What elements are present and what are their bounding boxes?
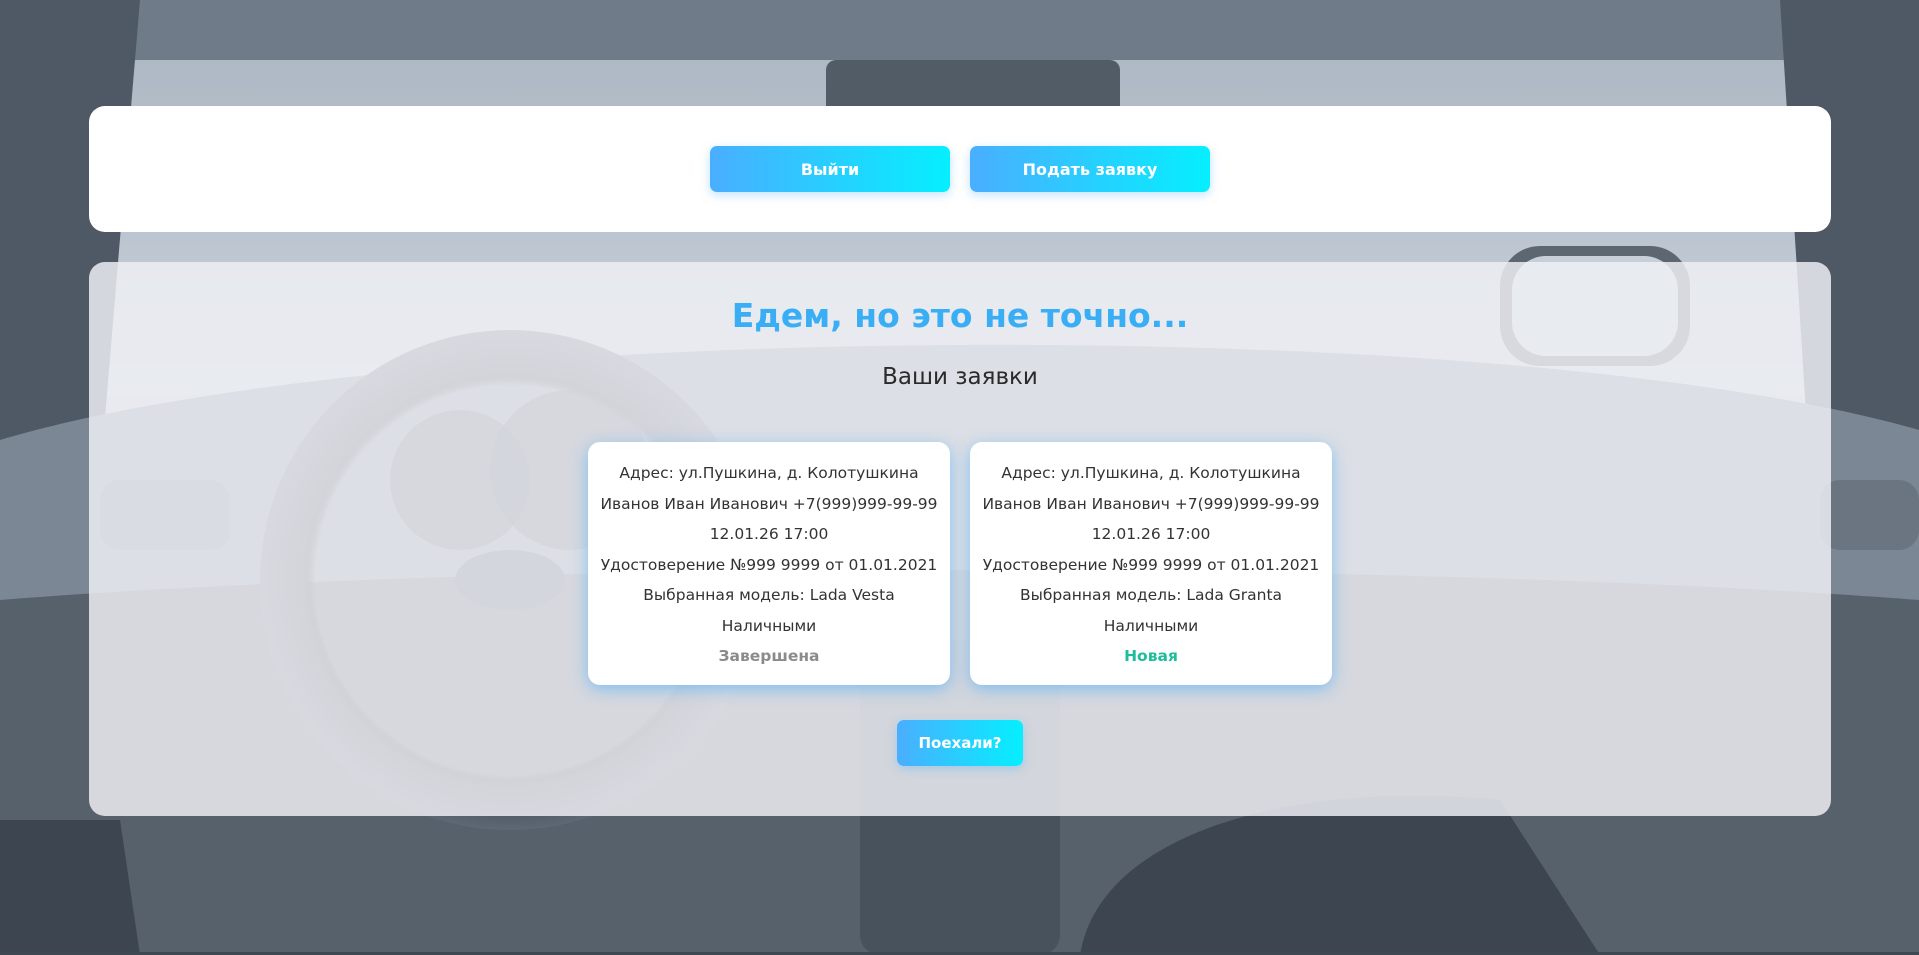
request-status: Новая	[1124, 647, 1178, 665]
logout-button[interactable]: Выйти	[710, 146, 950, 192]
section-title: Ваши заявки	[882, 364, 1038, 390]
request-model: Выбранная модель: Lada Vesta	[643, 586, 895, 604]
request-license: Удостоверение №999 9999 от 01.01.2021	[600, 555, 938, 574]
request-address: Адрес: ул.Пушкина, д. Колотушкина	[1001, 464, 1301, 482]
request-card: Адрес: ул.Пушкина, д. Колотушкина Иванов…	[970, 442, 1332, 685]
request-payment: Наличными	[1103, 616, 1199, 635]
request-datetime: 12.01.26 17:00	[709, 525, 829, 543]
request-card-list: Адрес: ул.Пушкина, д. Колотушкина Иванов…	[89, 442, 1831, 685]
submit-request-button[interactable]: Подать заявку	[970, 146, 1210, 192]
request-license: Удостоверение №999 9999 от 01.01.2021	[982, 555, 1320, 574]
header-panel: Выйти Подать заявку	[89, 106, 1831, 232]
request-payment: Наличными	[721, 616, 817, 635]
go-button[interactable]: Поехали?	[897, 720, 1023, 766]
page-title: Едем, но это не точно...	[731, 296, 1189, 335]
request-client: Иванов Иван Иванович +7(999)999-99-99	[600, 494, 938, 513]
request-card: Адрес: ул.Пушкина, д. Колотушкина Иванов…	[588, 442, 950, 685]
request-client: Иванов Иван Иванович +7(999)999-99-99	[982, 494, 1320, 513]
request-address: Адрес: ул.Пушкина, д. Колотушкина	[619, 464, 919, 482]
requests-panel: Едем, но это не точно... Ваши заявки Адр…	[89, 262, 1831, 816]
request-model: Выбранная модель: Lada Granta	[1019, 586, 1283, 604]
request-status: Завершена	[718, 647, 820, 665]
request-datetime: 12.01.26 17:00	[1091, 525, 1211, 543]
